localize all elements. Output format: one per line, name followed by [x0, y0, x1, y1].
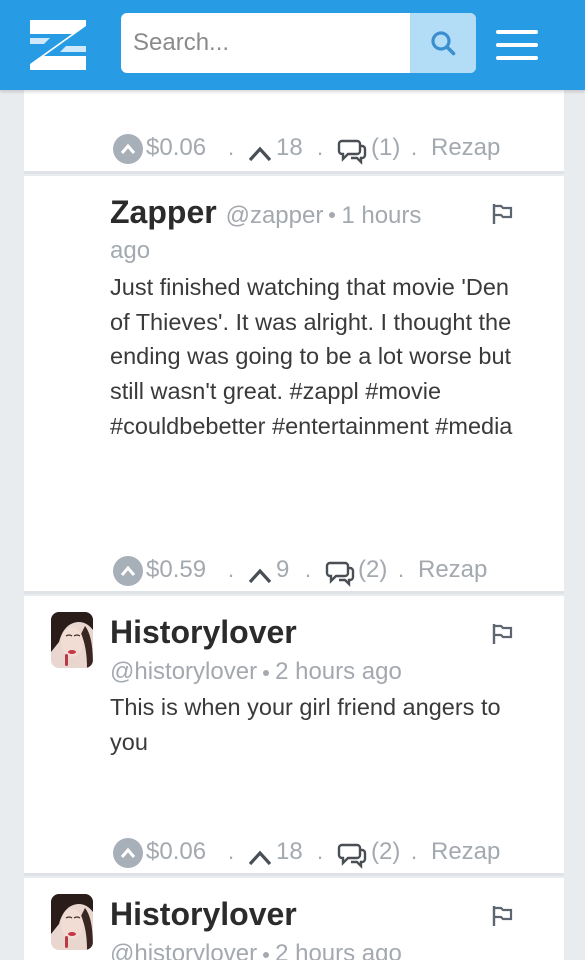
upvote-arrow-icon[interactable]	[248, 842, 272, 874]
author-name[interactable]: Zapper	[110, 194, 217, 230]
comment-count[interactable]: (1)	[371, 132, 400, 164]
author-handle[interactable]: @historylover	[110, 658, 257, 685]
rezap-link[interactable]: Rezap	[431, 836, 500, 868]
separator: .	[398, 557, 405, 582]
rezap-link[interactable]: Rezap	[431, 132, 500, 164]
upvote-count: 18	[276, 838, 303, 865]
flag-icon[interactable]	[490, 202, 514, 226]
search-icon	[431, 31, 456, 56]
meta-dot	[263, 669, 270, 676]
post-card: Historylover @historylover 2 hours ago	[24, 878, 564, 960]
separator: .	[411, 135, 418, 160]
upvote-count: 9	[276, 556, 290, 583]
zappl-logo-icon[interactable]	[30, 20, 86, 70]
separator: .	[228, 839, 235, 864]
post-meta: @historylover 2 hours ago	[110, 658, 402, 686]
comment-icon[interactable]	[337, 839, 367, 871]
post-card: Zapper @zapper 1 hours ago Just finished …	[24, 176, 564, 594]
tip-amount: $0.59	[146, 556, 207, 583]
upvote-count: 18	[276, 134, 303, 161]
post-action-bar: $0.06 . 18 . (2) . Rezap	[113, 836, 553, 871]
separator: .	[411, 839, 418, 864]
comment-count[interactable]: (2)	[371, 836, 400, 868]
post-author-line: Zapper @zapper 1 hours	[110, 194, 421, 231]
rezap-link[interactable]: Rezap	[418, 554, 487, 586]
post-time-continued: ago	[110, 237, 151, 264]
search-input[interactable]	[121, 13, 410, 73]
avatar[interactable]	[51, 612, 93, 668]
separator: .	[305, 557, 312, 582]
post-body: Just finished watching that movie 'Den o…	[110, 274, 513, 439]
post-time: 1 hours	[341, 202, 422, 229]
separator: .	[317, 839, 324, 864]
chevron-up-icon	[120, 565, 136, 576]
post-time: 2 hours ago	[275, 940, 402, 960]
comment-icon[interactable]	[325, 557, 355, 589]
top-header	[0, 0, 585, 90]
post-card: Historylover @historylover 2 hours ago Th…	[24, 596, 564, 876]
flag-icon[interactable]	[490, 622, 514, 646]
post-action-bar: $0.06 . 18 . (1) . Rezap	[113, 132, 553, 167]
tip-upvote-button[interactable]	[113, 556, 143, 586]
upvote-arrow-icon[interactable]	[248, 560, 272, 592]
search-box	[121, 13, 476, 73]
search-button[interactable]	[410, 13, 476, 73]
tip-amount: $0.06	[146, 838, 207, 865]
author-name[interactable]: Historylover	[110, 614, 297, 651]
post-body: This is when your girl friend angers to …	[110, 694, 501, 755]
post-time: 2 hours ago	[275, 658, 402, 685]
meta-dot	[263, 951, 270, 958]
chevron-up-icon	[120, 143, 136, 154]
tip-upvote-button[interactable]	[113, 838, 143, 868]
avatar[interactable]	[51, 894, 93, 950]
post-meta: @historylover 2 hours ago	[110, 940, 402, 960]
chevron-up-icon	[120, 847, 136, 858]
post-action-bar: $0.59 . 9 . (2) . Rezap	[113, 554, 553, 589]
avatar-image	[51, 894, 93, 950]
comment-icon[interactable]	[337, 135, 367, 167]
author-handle[interactable]: @zapper	[226, 202, 324, 229]
separator: .	[317, 135, 324, 160]
tip-amount: $0.06	[146, 134, 207, 161]
separator: .	[228, 135, 235, 160]
meta-dot	[329, 211, 336, 218]
comment-count[interactable]: (2)	[358, 554, 387, 586]
tip-upvote-button[interactable]	[113, 134, 143, 164]
upvote-arrow-icon[interactable]	[248, 138, 272, 170]
author-name[interactable]: Historylover	[110, 896, 297, 933]
flag-icon[interactable]	[490, 904, 514, 928]
avatar-image	[51, 612, 93, 668]
separator: .	[228, 557, 235, 582]
hamburger-menu-icon[interactable]	[496, 28, 538, 62]
author-handle[interactable]: @historylover	[110, 940, 257, 960]
post-card: $0.06 . 18 . (1) . Rezap	[24, 90, 564, 174]
